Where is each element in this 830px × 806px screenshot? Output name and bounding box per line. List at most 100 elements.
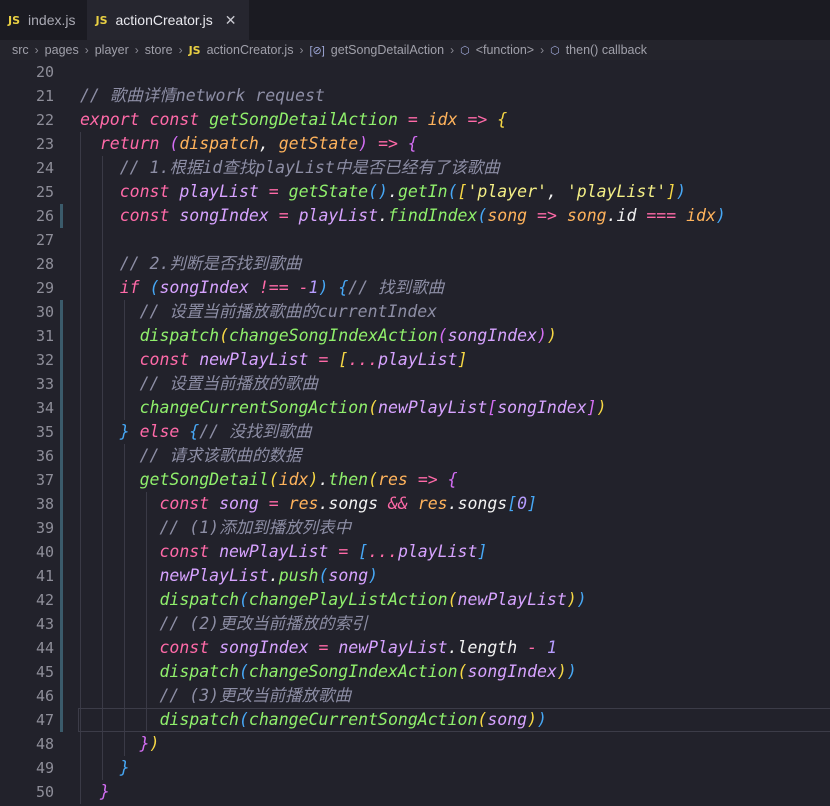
cube-symbol-icon: ⬡ [460, 44, 470, 57]
code-line[interactable]: 50 } [0, 780, 830, 804]
line-number: 20 [35, 63, 54, 81]
code-line[interactable]: 45 dispatch(changeSongIndexAction(songIn… [0, 660, 830, 684]
code-token: changeCurrentSongAction [248, 710, 478, 729]
code-line[interactable]: 20 [0, 60, 830, 84]
code-line[interactable]: 28 // 2.判断是否找到歌曲 [0, 252, 830, 276]
code-token: ) [576, 590, 587, 609]
line-number: 35 [35, 423, 54, 441]
breadcrumb-player[interactable]: player [95, 43, 129, 57]
breadcrumb-function[interactable]: <function> [476, 43, 534, 57]
code-line[interactable]: 30 // 设置当前播放歌曲的currentIndex [0, 300, 830, 324]
tab-actioncreator-js[interactable]: JS actionCreator.js ✕ [87, 0, 249, 40]
breadcrumb-src[interactable]: src [12, 43, 29, 57]
code-line[interactable]: 23 return (dispatch, getState) => { [0, 132, 830, 156]
code-token: ( [219, 326, 230, 345]
breadcrumb-store[interactable]: store [145, 43, 173, 57]
code-token: songIndex [447, 326, 537, 345]
js-file-icon: JS [95, 13, 108, 27]
code-token: getSongDetail [139, 470, 269, 489]
code-line[interactable]: 22 export const getSongDetailAction = idx… [0, 108, 830, 132]
chevron-right-icon: › [450, 43, 455, 57]
code-token: dispatch [179, 134, 259, 153]
code-token: playList [179, 182, 269, 201]
code-line[interactable]: 49 } [0, 756, 830, 780]
line-number: 26 [35, 207, 54, 225]
code-token: else [129, 422, 190, 441]
code-token: ) [537, 710, 547, 729]
code-token: ) [546, 326, 557, 345]
code-token: length [457, 638, 528, 657]
code-token: // 设置当前播放歌曲的currentIndex [139, 302, 438, 321]
breadcrumb-file[interactable]: actionCreator.js [207, 43, 294, 57]
code-line[interactable]: 33 // 设置当前播放的歌曲 [0, 372, 830, 396]
line-number: 25 [35, 183, 54, 201]
code-text: getSongDetail(idx).then(res => { [80, 468, 458, 492]
code-line[interactable]: 34 changeCurrentSongAction(newPlayList[s… [0, 396, 830, 420]
code-token: ) [566, 590, 577, 609]
code-token: push [278, 566, 319, 585]
code-line[interactable]: 42 dispatch(changePlayListAction(newPlay… [0, 588, 830, 612]
code-token: // 2.判断是否找到歌曲 [119, 254, 302, 273]
code-line[interactable]: 38 const song = res.songs && res.songs[0… [0, 492, 830, 516]
code-text: const newPlayList = [...playList] [80, 540, 487, 564]
code-text: const newPlayList = [...playList] [80, 348, 468, 372]
code-line[interactable]: 35 } else {// 没找到歌曲 [0, 420, 830, 444]
code-line[interactable]: 29 if (songIndex !== -1) {// 找到歌曲 [0, 276, 830, 300]
line-number: 40 [35, 543, 54, 561]
code-line[interactable]: 41 newPlayList.push(song) [0, 564, 830, 588]
code-line[interactable]: 46 // (3)更改当前播放歌曲 [0, 684, 830, 708]
code-token: ( [238, 662, 249, 681]
breadcrumb-pages[interactable]: pages [45, 43, 79, 57]
line-number: 48 [35, 735, 54, 753]
code-token: ( [368, 470, 379, 489]
close-icon[interactable]: ✕ [225, 12, 237, 29]
code-line[interactable]: 21 // 歌曲详情network request [0, 84, 830, 108]
code-token: res [288, 494, 319, 513]
code-token: = [268, 494, 289, 513]
code-token: [ [457, 182, 468, 201]
code-token: id [616, 206, 647, 225]
editor-tab-bar: JS index.js JS actionCreator.js ✕ [0, 0, 830, 40]
code-line[interactable]: 37 getSongDetail(idx).then(res => { [0, 468, 830, 492]
code-token: idx [427, 110, 468, 129]
code-line[interactable]: 43 // (2)更改当前播放的索引 [0, 612, 830, 636]
code-token: songIndex [497, 398, 587, 417]
breadcrumb-symbol[interactable]: getSongDetailAction [331, 43, 444, 57]
code-line[interactable]: 44 const songIndex = newPlayList.length … [0, 636, 830, 660]
code-text: // (2)更改当前播放的索引 [80, 612, 367, 636]
code-token: // (3)更改当前播放歌曲 [159, 686, 352, 705]
line-number: 32 [35, 351, 54, 369]
code-line[interactable]: 36 // 请求该歌曲的数据 [0, 444, 830, 468]
code-token: song [487, 710, 528, 729]
code-token: idx [278, 470, 309, 489]
code-line[interactable]: 48 }) [0, 732, 830, 756]
code-token: . [318, 494, 329, 513]
code-token: ( [238, 590, 249, 609]
code-line[interactable]: 31 dispatch(changeSongIndexAction(songIn… [0, 324, 830, 348]
code-token: newPlayList [378, 398, 488, 417]
code-line[interactable]: 26 const songIndex = playList.findIndex(… [0, 204, 830, 228]
code-token: = [268, 182, 289, 201]
chevron-right-icon: › [34, 43, 39, 57]
breadcrumb-callback[interactable]: then() callback [566, 43, 647, 57]
tab-index-js[interactable]: JS index.js [0, 0, 87, 40]
code-text: dispatch(changeSongIndexAction(songIndex… [80, 660, 576, 684]
code-line[interactable]: 24 // 1.根据id查找playList中是否已经有了该歌曲 [0, 156, 830, 180]
code-line[interactable]: 25 const playList = getState().getIn(['p… [0, 180, 830, 204]
code-line[interactable]: 40 const newPlayList = [...playList] [0, 540, 830, 564]
code-line[interactable]: 32 const newPlayList = [...playList] [0, 348, 830, 372]
code-line[interactable]: 39 // (1)添加到播放列表中 [0, 516, 830, 540]
code-line[interactable]: 27 [0, 228, 830, 252]
code-line[interactable]: 47 dispatch(changeCurrentSongAction(song… [0, 708, 830, 732]
code-editor[interactable]: 20 21 // 歌曲详情network request 22 export const… [0, 60, 830, 806]
line-number: 39 [35, 519, 54, 537]
code-token: changeSongIndexAction [229, 326, 438, 345]
